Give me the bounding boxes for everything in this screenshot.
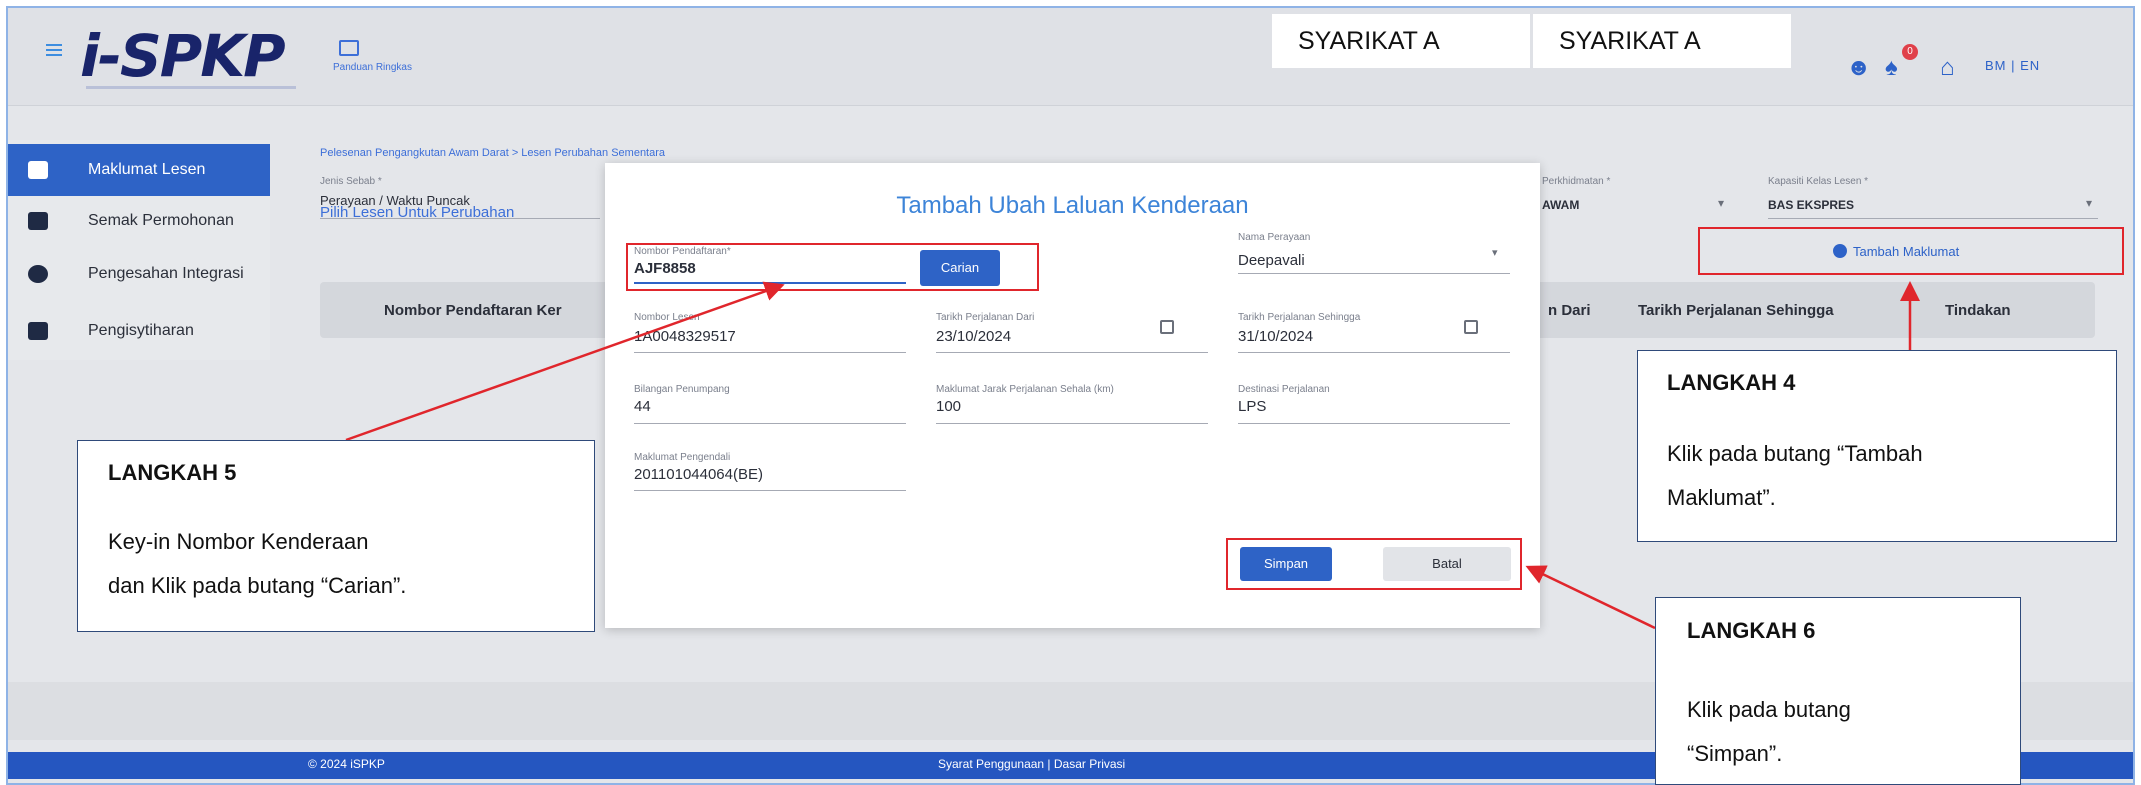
callout-step6-line1: Klik pada butang bbox=[1687, 697, 1851, 722]
arrow-step6 bbox=[1525, 565, 1656, 630]
callout-step5-line1: Key-in Nombor Kenderaan bbox=[108, 529, 369, 554]
callout-step5-line2: dan Klik pada butang “Carian”. bbox=[108, 573, 407, 598]
callout-step4-line2: Maklumat”. bbox=[1667, 485, 1776, 510]
callout-step6-line2: “Simpan”. bbox=[1687, 741, 1783, 766]
callout-step4-line1: Klik pada butang “Tambah bbox=[1667, 441, 1923, 466]
arrow-step5 bbox=[345, 281, 785, 442]
callout-step4-title: LANGKAH 4 bbox=[1667, 370, 1796, 395]
callout-step5-title: LANGKAH 5 bbox=[108, 460, 237, 485]
callout-step6-title: LANGKAH 6 bbox=[1687, 618, 1816, 643]
